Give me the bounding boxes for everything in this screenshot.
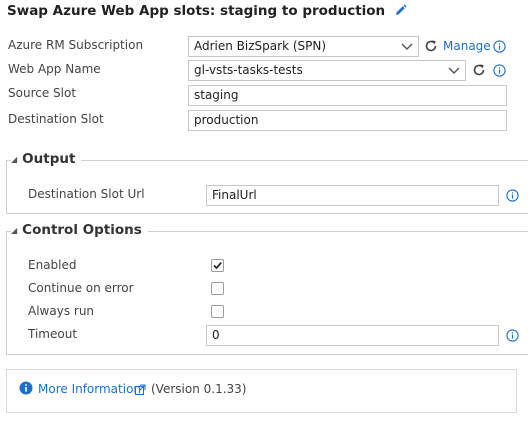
enabled-label: Enabled: [28, 258, 77, 272]
destination-slot-label: Destination Slot: [8, 112, 104, 126]
refresh-icon[interactable]: [424, 39, 438, 53]
info-filled-icon: [19, 381, 33, 395]
subscription-select[interactable]: Adrien BizSpark (SPN): [188, 36, 419, 57]
info-icon[interactable]: [506, 329, 519, 342]
page-title: Swap Azure Web App slots: staging to pro…: [7, 3, 407, 19]
destination-slot-input[interactable]: production: [188, 110, 507, 131]
info-icon[interactable]: [493, 64, 506, 77]
always-run-checkbox[interactable]: [211, 305, 224, 318]
refresh-icon[interactable]: [472, 63, 486, 77]
output-section-border: [6, 160, 7, 213]
continue-on-error-label: Continue on error: [28, 281, 134, 295]
chevron-down-icon: [448, 67, 460, 74]
checkmark-icon: [213, 262, 222, 270]
webapp-select[interactable]: gl-vsts-tasks-tests: [188, 60, 466, 81]
timeout-label: Timeout: [28, 327, 78, 341]
continue-on-error-checkbox[interactable]: [211, 282, 224, 295]
output-section-bottom-border: [6, 213, 528, 214]
output-section-header[interactable]: ◢ Output: [11, 151, 82, 167]
source-slot-label: Source Slot: [8, 86, 77, 100]
timeout-value: 0: [212, 328, 220, 342]
subscription-value: Adrien BizSpark (SPN): [194, 39, 327, 53]
control-section-bottom-border: [6, 354, 528, 355]
more-information-text: More Information: [38, 382, 142, 396]
destination-url-value: FinalUrl: [212, 188, 257, 202]
chevron-down-icon: [401, 43, 413, 50]
enabled-checkbox[interactable]: [211, 259, 224, 272]
info-icon[interactable]: [506, 189, 519, 202]
source-slot-input[interactable]: staging: [188, 85, 507, 106]
manage-link[interactable]: Manage: [443, 39, 491, 53]
collapse-triangle-icon: ◢: [11, 226, 18, 235]
more-information-link[interactable]: More Information: [38, 382, 141, 396]
page-title-text: Swap Azure Web App slots: staging to pro…: [7, 3, 386, 19]
control-section-title: Control Options: [22, 222, 142, 238]
webapp-label: Web App Name: [8, 62, 101, 76]
source-slot-value: staging: [194, 88, 239, 102]
destination-slot-value: production: [194, 113, 259, 127]
webapp-value: gl-vsts-tasks-tests: [194, 63, 303, 77]
collapse-triangle-icon: ◢: [11, 155, 18, 164]
subscription-label: Azure RM Subscription: [8, 38, 144, 52]
control-section-border: [6, 231, 7, 354]
destination-url-input[interactable]: FinalUrl: [206, 185, 499, 206]
external-link-icon[interactable]: [135, 384, 146, 395]
always-run-label: Always run: [28, 304, 95, 318]
timeout-input[interactable]: 0: [206, 325, 499, 346]
info-icon[interactable]: [493, 40, 506, 53]
pencil-icon[interactable]: [394, 4, 407, 17]
output-section-title: Output: [22, 151, 76, 167]
control-section-header[interactable]: ◢ Control Options: [11, 222, 148, 238]
version-text: (Version 0.1.33): [151, 382, 247, 396]
output-section-top-border: [6, 160, 528, 161]
destination-url-label: Destination Slot Url: [28, 187, 145, 201]
